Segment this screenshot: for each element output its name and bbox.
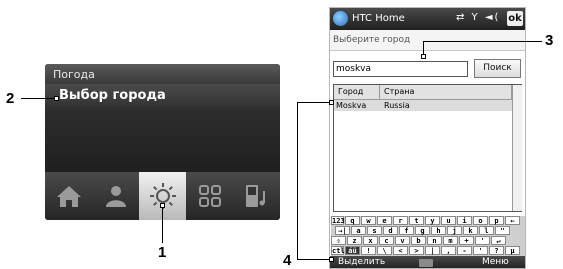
callout-line-4b — [297, 102, 298, 260]
on-screen-keyboard: 123 q w e r t y u i o p ← →| a s d f g h j k l " ⇧ z x c v b n m + ' ↵ ctl… — [331, 216, 525, 256]
key[interactable]: o — [473, 216, 488, 225]
callout-line-3b — [423, 41, 542, 42]
key[interactable]: n — [427, 236, 442, 245]
ok-button[interactable]: ok — [507, 11, 523, 26]
search-input[interactable]: moskva — [333, 61, 468, 77]
key[interactable]: u — [441, 216, 456, 225]
key[interactable]: > — [409, 246, 424, 255]
column-header-country[interactable]: Страна — [381, 85, 512, 99]
key[interactable]: 123 — [331, 216, 345, 225]
app-title: HTC Home — [352, 13, 405, 24]
windows-logo-icon[interactable] — [333, 11, 348, 26]
callout-1: 1 — [158, 244, 167, 261]
tab-music[interactable] — [233, 172, 280, 220]
list-header: Город Страна — [334, 85, 512, 100]
softkey-select[interactable]: Выделить — [338, 257, 385, 267]
key[interactable]: p — [489, 216, 504, 225]
title-bar: HTC Home ⇄ Y ◄( ok — [330, 8, 525, 30]
key[interactable]: d — [383, 226, 398, 235]
callout-dot-4b — [329, 257, 334, 262]
select-city-label: Выбор города — [59, 88, 166, 103]
key[interactable]: l — [479, 226, 494, 235]
key[interactable]: - — [457, 246, 472, 255]
select-city-item[interactable]: Выбор города — [45, 84, 280, 107]
key[interactable]: ! — [361, 246, 376, 255]
key[interactable]: áü — [345, 246, 360, 255]
status-icons: ⇄ Y ◄( — [456, 12, 501, 23]
key[interactable]: g — [415, 226, 430, 235]
page-title-text: Выберите город — [333, 35, 411, 45]
key[interactable]: v — [395, 236, 410, 245]
key[interactable]: ? — [489, 246, 504, 255]
results-list: Город Страна Moskva Russia — [333, 84, 522, 212]
tab-programs[interactable] — [186, 172, 233, 220]
callout-line-2 — [21, 98, 55, 99]
key[interactable]: q — [345, 216, 360, 225]
key[interactable]: ← — [505, 216, 520, 225]
person-icon — [105, 186, 126, 207]
key[interactable]: ↵ — [491, 236, 506, 245]
key[interactable]: b — [411, 236, 426, 245]
key[interactable]: j — [447, 226, 462, 235]
key[interactable]: a — [351, 226, 366, 235]
softkey-menu[interactable]: Меню — [482, 257, 509, 267]
key[interactable]: , — [441, 246, 456, 255]
list-scrollbar[interactable] — [512, 85, 522, 211]
callout-3: 3 — [545, 32, 554, 49]
key[interactable]: ' — [473, 246, 488, 255]
column-header-city[interactable]: Город — [334, 85, 380, 99]
widget-title: Погода — [53, 68, 95, 81]
key[interactable]: r — [393, 216, 408, 225]
keyboard-toggle-icon[interactable] — [419, 259, 433, 267]
phone-music-icon — [245, 185, 265, 207]
callout-dot-2 — [54, 96, 59, 101]
key[interactable]: m — [443, 236, 458, 245]
soft-key-bar: Выделить Меню — [330, 256, 525, 268]
list-item[interactable]: Moskva Russia — [334, 100, 512, 111]
callout-line-1 — [162, 205, 163, 243]
key[interactable]: ctl — [331, 246, 345, 255]
key[interactable]: f — [399, 226, 414, 235]
country-cell: Russia — [384, 101, 410, 110]
key[interactable]: | — [425, 246, 440, 255]
key[interactable]: k — [463, 226, 478, 235]
search-button[interactable]: Поиск — [474, 59, 521, 78]
key[interactable]: " — [495, 226, 510, 235]
key[interactable]: x — [363, 236, 378, 245]
key[interactable]: c — [379, 236, 394, 245]
callout-line-4a — [297, 102, 330, 103]
phone-screen: HTC Home ⇄ Y ◄( ok Выберите город moskva… — [329, 7, 526, 269]
key[interactable]: e — [377, 216, 392, 225]
widget-body — [45, 107, 280, 172]
key[interactable]: z — [347, 236, 362, 245]
tab-people[interactable] — [92, 172, 139, 220]
key[interactable]: ⇧ — [331, 236, 346, 245]
callout-dot-1 — [160, 203, 165, 208]
key[interactable]: w — [361, 216, 376, 225]
key[interactable]: →| — [335, 226, 350, 235]
key[interactable]: t — [409, 216, 424, 225]
key[interactable]: + — [459, 236, 474, 245]
city-cell: Moskva — [336, 101, 367, 110]
callout-line-3a — [423, 41, 424, 55]
grid-icon — [198, 185, 221, 207]
key[interactable]: ' — [475, 236, 490, 245]
key[interactable]: h — [431, 226, 446, 235]
key[interactable]: y — [425, 216, 440, 225]
key[interactable]: i — [457, 216, 472, 225]
key[interactable]: \ — [377, 246, 392, 255]
weather-widget: Погода Выбор города — [45, 64, 280, 220]
callout-2: 2 — [6, 90, 15, 107]
key[interactable]: μ — [505, 246, 520, 255]
tab-home[interactable] — [45, 172, 92, 220]
key[interactable]: < — [393, 246, 408, 255]
home-icon — [56, 186, 81, 207]
widget-header: Погода — [45, 64, 280, 84]
callout-4: 4 — [283, 252, 292, 269]
callout-line-4c — [297, 259, 330, 260]
key[interactable]: s — [367, 226, 382, 235]
